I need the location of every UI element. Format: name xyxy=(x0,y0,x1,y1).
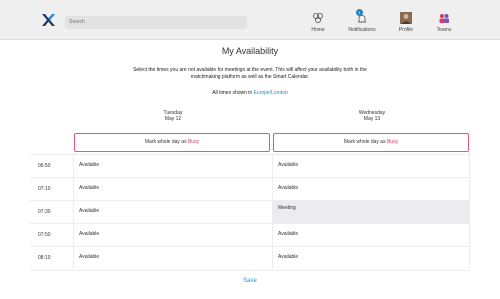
slot-row: 07:30 Available Meeting xyxy=(30,200,470,223)
slot-cell[interactable]: Available xyxy=(272,178,470,200)
slot-cell[interactable]: Available xyxy=(272,224,470,246)
day-header-2: Wednesday May 13 xyxy=(273,110,471,122)
profile-photo-icon xyxy=(400,12,412,24)
bell-icon: 1 xyxy=(356,9,368,24)
day-1-date: May 12 xyxy=(164,116,182,122)
slot-cell[interactable]: Available xyxy=(73,247,271,269)
nav-teams[interactable]: Teams xyxy=(419,12,469,33)
page-description: Select the times you are not available f… xyxy=(133,67,367,80)
app-logo-icon[interactable] xyxy=(41,13,55,27)
slot-row: 08:10 Available Available xyxy=(30,246,470,269)
nav-home-label: Home xyxy=(311,27,325,33)
mark-busy-word: Busy xyxy=(187,139,200,145)
home-icon xyxy=(313,13,323,23)
slot-time: 06:50 xyxy=(38,163,51,169)
timezone-link[interactable]: Europe/London xyxy=(254,90,288,96)
slot-cell[interactable]: Available xyxy=(272,247,470,269)
save-button[interactable]: Save xyxy=(0,278,500,284)
timezone-note: All times shown in Europe/London xyxy=(0,90,500,96)
slot-time: 08:10 xyxy=(38,255,51,261)
availability-grid: 06:50 Available Available 07:10 Availabl… xyxy=(30,154,470,269)
slot-cell[interactable]: Available xyxy=(73,155,271,177)
day-header-1: Tuesday May 12 xyxy=(74,110,272,122)
search-input[interactable] xyxy=(65,16,247,29)
top-bar: Home 1 Notifications Profile Teams xyxy=(0,0,500,40)
mark-busy-word: Busy xyxy=(386,139,399,145)
teams-icon xyxy=(439,14,449,23)
slot-time: 07:10 xyxy=(38,186,51,192)
nav-home[interactable]: Home xyxy=(293,12,343,33)
mark-day-busy-button-2[interactable]: Mark whole day as Busy xyxy=(273,133,469,152)
nav-notifications[interactable]: 1 Notifications xyxy=(337,9,387,33)
divider xyxy=(30,270,470,271)
slot-cell[interactable]: Available xyxy=(73,224,271,246)
day-2-date: May 13 xyxy=(363,116,381,122)
notification-badge: 1 xyxy=(356,9,363,16)
nav-teams-label: Teams xyxy=(436,27,452,33)
page-title: My Availability xyxy=(221,46,279,56)
slot-time: 07:30 xyxy=(38,209,51,215)
slot-cell[interactable]: Available xyxy=(73,178,271,200)
slot-time: 07:50 xyxy=(38,232,51,238)
slot-cell-meeting[interactable]: Meeting xyxy=(272,201,470,223)
slot-row: 07:50 Available Available xyxy=(30,223,470,246)
slot-cell[interactable]: Available xyxy=(73,201,271,223)
mark-busy-prefix: Mark whole day as xyxy=(144,139,187,145)
slot-row: 07:10 Available Available xyxy=(30,177,470,200)
slot-cell[interactable]: Available xyxy=(272,155,470,177)
nav-notifications-label: Notifications xyxy=(348,27,376,33)
mark-day-busy-button-1[interactable]: Mark whole day as Busy xyxy=(74,133,270,152)
slot-row: 06:50 Available Available xyxy=(30,154,470,177)
timezone-prefix: All times shown in xyxy=(212,90,253,96)
mark-busy-prefix: Mark whole day as xyxy=(343,139,386,145)
